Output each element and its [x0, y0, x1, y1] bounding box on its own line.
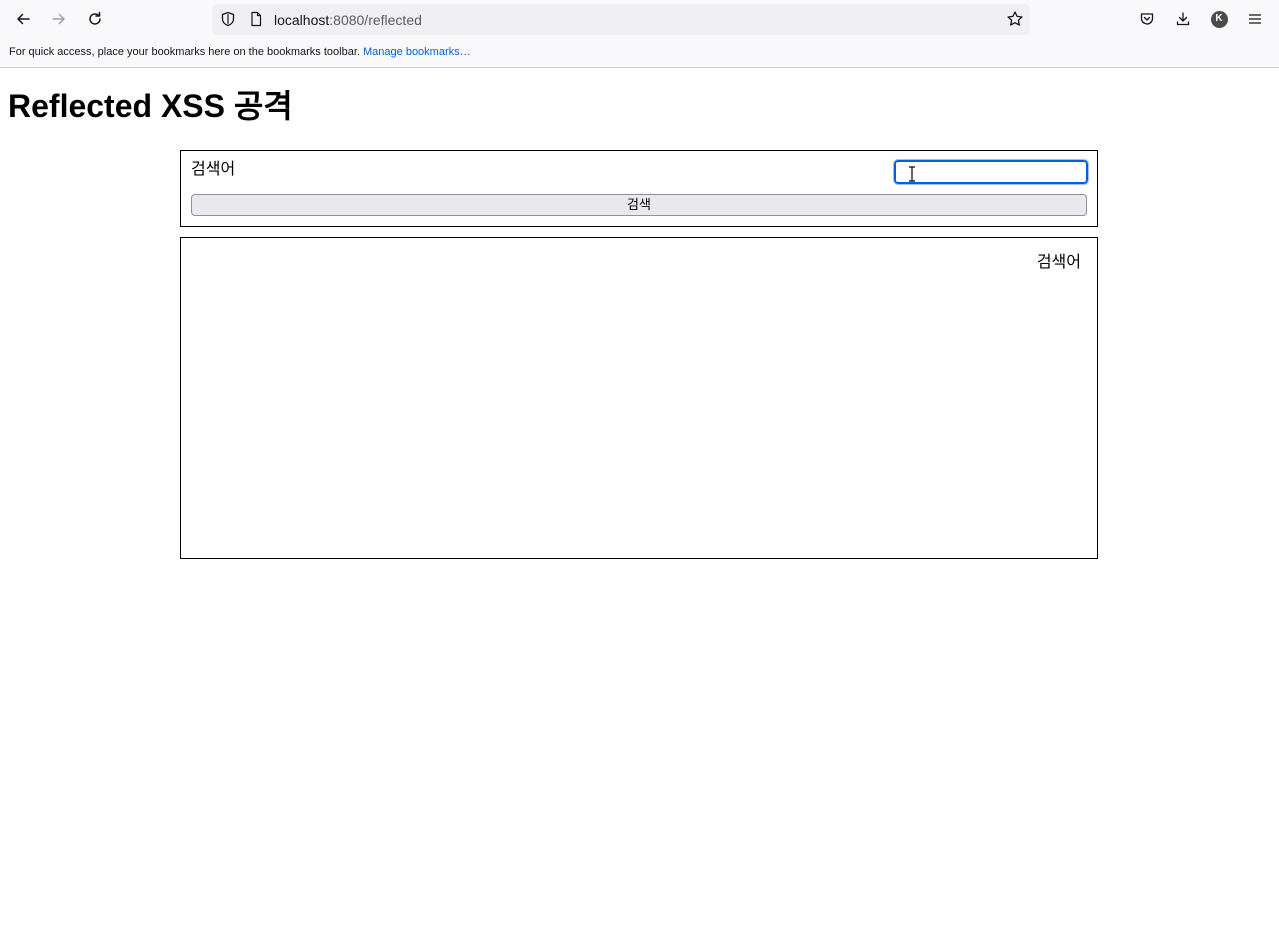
bookmarks-toolbar: For quick access, place your bookmarks h…	[0, 39, 1279, 68]
result-text: 검색어	[1036, 254, 1081, 271]
pocket-button[interactable]	[1134, 6, 1160, 32]
page-content: Reflected XSS 공격 검색어 검색 검색어	[0, 68, 1279, 934]
address-bar[interactable]: localhost:8080/reflected	[212, 4, 1030, 35]
hamburger-menu-icon	[1248, 14, 1262, 24]
url-path: :8080/reflected	[329, 12, 422, 28]
url-host: localhost	[274, 12, 330, 28]
account-avatar: K	[1210, 10, 1228, 28]
reload-button[interactable]	[81, 5, 109, 33]
search-input[interactable]	[893, 159, 1089, 185]
result-box: 검색어	[180, 237, 1098, 559]
shield-icon[interactable]	[220, 11, 236, 27]
url-text[interactable]: localhost:8080/reflected	[274, 12, 422, 28]
back-arrow-icon	[17, 13, 30, 25]
search-button[interactable]: 검색	[191, 194, 1087, 216]
bookmark-star-icon[interactable]	[1006, 10, 1024, 28]
search-form: 검색어 검색	[180, 150, 1098, 227]
browser-toolbar: localhost:8080/reflected K	[0, 0, 1279, 39]
forward-arrow-icon	[52, 13, 65, 25]
page-title: Reflected XSS 공격	[8, 88, 293, 124]
account-button[interactable]: K	[1206, 6, 1232, 32]
menu-button[interactable]	[1242, 6, 1268, 32]
page-icon[interactable]	[248, 11, 264, 27]
manage-bookmarks-link[interactable]: Manage bookmarks…	[363, 46, 471, 58]
text-cursor-icon	[909, 166, 915, 182]
reload-icon	[89, 11, 101, 25]
downloads-button[interactable]	[1170, 6, 1196, 32]
forward-button[interactable]	[45, 5, 73, 33]
search-label: 검색어	[191, 161, 236, 178]
back-button[interactable]	[9, 5, 37, 33]
download-icon	[1176, 12, 1190, 26]
bookmarks-hint: For quick access, place your bookmarks h…	[9, 46, 360, 58]
pocket-icon	[1140, 13, 1154, 25]
